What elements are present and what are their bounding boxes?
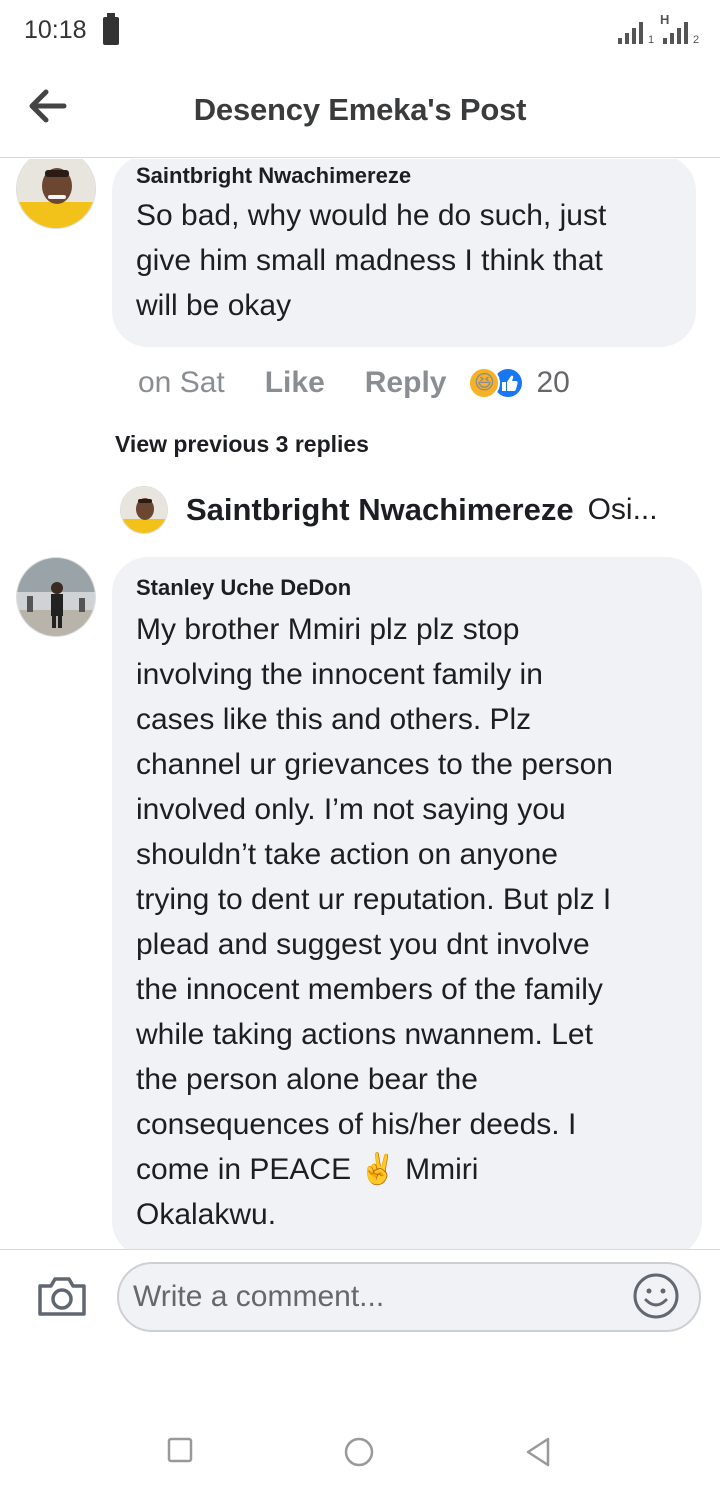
recents-square-icon[interactable] [166,1436,198,1468]
status-bar: 10:18 1 H 2 [0,0,720,64]
view-previous-replies-link[interactable]: View previous 3 replies [115,431,369,458]
like-button[interactable]: Like [265,366,325,400]
comment-line: Okalakwu. [136,1198,277,1231]
comment-line: give him small madness I think that [136,244,603,277]
page-title: Desency Emeka's Post [193,92,527,127]
system-nav-bar [0,1400,720,1500]
latest-reply-preview[interactable]: Saintbright Nwachimereze Osi... [120,485,700,535]
avatar[interactable] [120,486,168,534]
signal-icon-sim1 [618,22,652,44]
reactions-summary[interactable]: 😆 [468,366,526,400]
camera-icon[interactable] [36,1274,88,1318]
sim1-label: 1 [648,34,655,46]
comment-line: My brother Mmiri plz plz stop [136,613,520,646]
comments-feed[interactable]: Saintbright Nwachimereze So bad, why wou… [0,159,720,1249]
comment-line: So bad, why would he do such, just [136,199,607,232]
comment-line: while taking actions nwannem. Let [136,1018,593,1051]
comment-bubble[interactable]: Saintbright Nwachimereze So bad, why wou… [112,159,696,347]
comment-input[interactable] [117,1262,701,1332]
signal-icon-sim2 [663,22,693,44]
comment-line: come in PEACE ✌️ Mmiri [136,1153,479,1186]
battery-icon [103,13,119,45]
home-circle-icon[interactable] [343,1436,375,1468]
comment-time[interactable]: on Sat [138,366,225,400]
comment-line: will be okay [136,289,292,322]
reaction-count[interactable]: 20 [536,366,569,400]
avatar[interactable] [16,159,96,229]
comment-line: the innocent members of the family [136,973,603,1006]
comment-author[interactable]: Stanley Uche DeDon [136,575,678,601]
reply-preview-text: Osi... [587,493,658,526]
comment-line: the person alone bear the [136,1063,478,1096]
comment-line: channel ur grievances to the person [136,748,613,781]
comment-line: trying to dent ur reputation. But plz I [136,883,612,916]
comment-text: My brother Mmiri plz plz stop involving … [136,607,678,1237]
comment-line: involving the innocent family in [136,658,543,691]
avatar[interactable] [16,557,96,637]
comment-line: involved only. I’m not saying you [136,793,566,826]
comment-line: plead and suggest you dnt involve [136,928,590,961]
back-triangle-icon[interactable] [522,1436,554,1468]
comment-composer [0,1249,720,1359]
comment-line: consequences of his/her deeds. I [136,1108,577,1141]
comment-bubble[interactable]: Stanley Uche DeDon My brother Mmiri plz … [112,557,702,1249]
comment-line: shouldn’t take action on anyone [136,838,558,871]
comment-line: cases like this and others. Plz [136,703,532,736]
comment-text: So bad, why would he do such, just give … [136,193,672,328]
sim2-label: 2 [693,34,700,46]
reply-button[interactable]: Reply [365,366,447,400]
comment-actions: on Sat Like Reply 😆 20 [138,363,570,403]
app-header: Desency Emeka's Post [0,64,720,158]
comment-author[interactable]: Saintbright Nwachimereze [136,163,672,189]
reply-author[interactable]: Saintbright Nwachimereze [186,492,574,528]
status-time: 10:18 [24,16,87,44]
smiley-icon[interactable] [632,1272,680,1320]
